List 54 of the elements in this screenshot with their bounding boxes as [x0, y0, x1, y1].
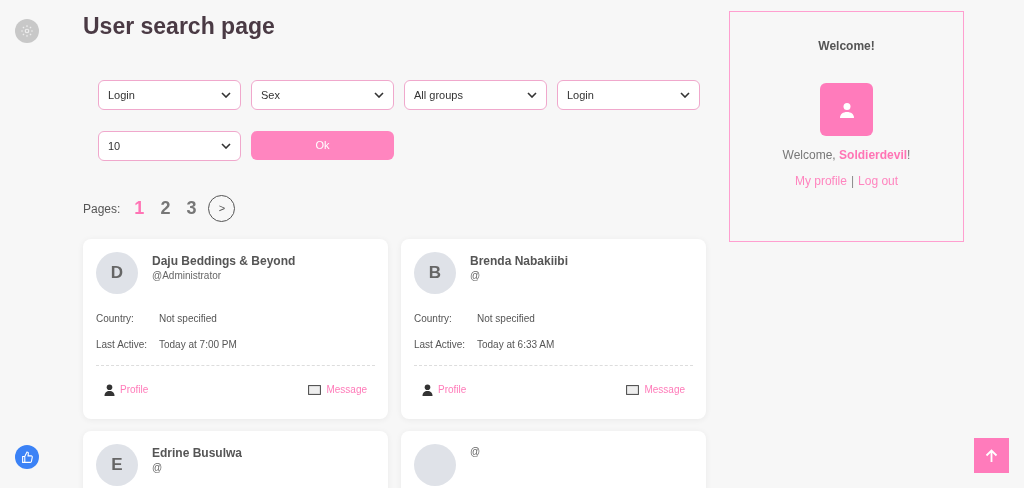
user-handle: @ — [152, 461, 164, 475]
page-link[interactable]: 3 — [186, 195, 197, 222]
settings-icon[interactable] — [15, 19, 39, 43]
envelope-icon — [626, 384, 640, 395]
dropdown[interactable]: Login — [98, 80, 241, 110]
field-value: Not specified — [477, 312, 535, 326]
field-value: Today at 6:33 AM — [477, 338, 555, 352]
profile-link[interactable]: Profile — [422, 382, 467, 397]
page-link[interactable]: 2 — [160, 195, 171, 222]
avatar — [414, 444, 456, 486]
user-name: Edrine Busulwa — [152, 445, 243, 461]
avatar: D — [96, 252, 138, 294]
my-profile-link[interactable]: My profile — [794, 172, 847, 190]
chevron-down-icon — [221, 143, 231, 149]
welcome-greeting: Welcome, Soldierdevil! — [782, 147, 911, 164]
message-link[interactable]: Message — [308, 382, 367, 397]
dropdown[interactable]: Login — [557, 80, 700, 110]
ok-button[interactable]: Ok — [251, 131, 394, 160]
dropdown[interactable]: Sex — [251, 80, 394, 110]
chevron-down-icon — [527, 92, 537, 98]
person-icon — [422, 383, 433, 396]
field-label: Last Active: — [96, 338, 149, 352]
arrow-up-icon — [985, 448, 998, 463]
chevron-down-icon — [221, 92, 231, 98]
scroll-to-top-button[interactable] — [974, 438, 1009, 473]
field-value: Today at 7:00 PM — [159, 338, 237, 352]
log-out-link[interactable]: Log out — [858, 172, 899, 190]
user-handle: @ — [470, 445, 481, 459]
avatar: E — [96, 444, 138, 486]
chevron-down-icon — [680, 92, 690, 98]
page-link[interactable]: 1 — [134, 195, 145, 222]
dropdown[interactable]: All groups — [404, 80, 547, 110]
page-title: User search page — [83, 12, 276, 40]
dropdown[interactable]: 10 — [98, 131, 241, 161]
envelope-icon — [308, 384, 322, 395]
field-label: Country: — [96, 312, 135, 326]
field-label: Country: — [414, 312, 453, 326]
user-handle: @ — [470, 269, 482, 283]
person-icon — [104, 383, 115, 396]
user-handle: @Administrator — [152, 269, 223, 283]
user-name: Brenda Nabakiibi — [470, 253, 569, 269]
like-button[interactable] — [15, 445, 39, 469]
profile-link[interactable]: Profile — [104, 382, 149, 397]
link-separator: | — [850, 173, 855, 190]
welcome-title: Welcome! — [818, 38, 875, 55]
field-label: Last Active: — [414, 338, 467, 352]
thumbs-up-icon — [20, 450, 34, 464]
field-value: Not specified — [159, 312, 217, 326]
chevron-down-icon — [374, 92, 384, 98]
avatar: B — [414, 252, 456, 294]
user-avatar-icon — [820, 83, 873, 136]
pages-label: Pages: — [83, 200, 121, 218]
message-link[interactable]: Message — [626, 382, 685, 397]
user-name: Daju Beddings & Beyond — [152, 253, 296, 269]
